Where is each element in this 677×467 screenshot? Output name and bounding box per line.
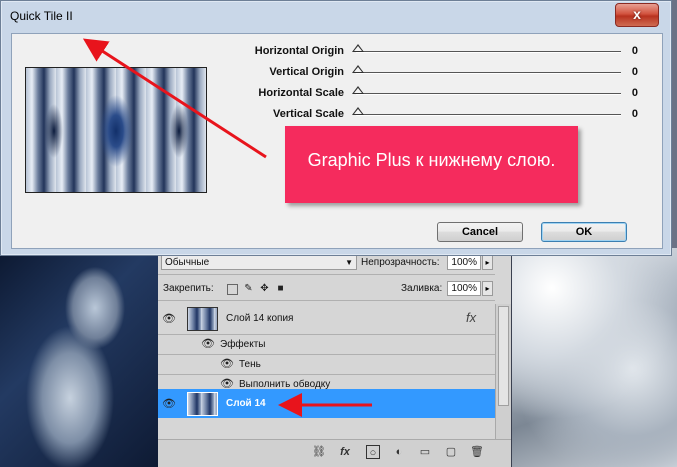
arrow-to-title xyxy=(82,38,267,159)
annotation-arrows xyxy=(82,38,372,417)
